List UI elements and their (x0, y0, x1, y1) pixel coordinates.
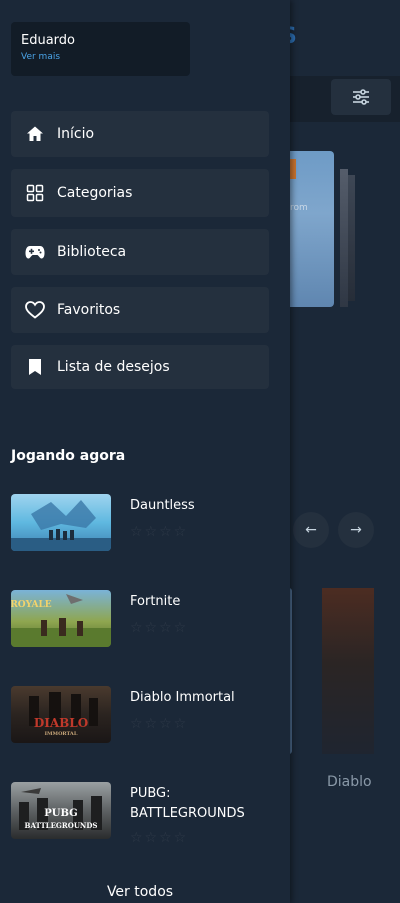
filter-button[interactable] (331, 79, 391, 115)
rating-stars[interactable]: ☆☆☆☆ (130, 830, 188, 846)
thumbnail-subtext: BATTLEGROUNDS (24, 821, 98, 830)
nav-item-categorias[interactable]: Categorias (11, 169, 269, 217)
arrow-right-icon: → (350, 522, 362, 538)
game-thumbnail: DIABLO IMMORTAL (11, 686, 111, 743)
game-thumbnail: PUBG BATTLEGROUNDS (11, 782, 111, 839)
arrow-left-icon: ← (305, 522, 317, 538)
stacked-card (340, 169, 348, 307)
card-text: rom (290, 203, 308, 213)
fortnite-art (11, 594, 111, 647)
section-title-playing-now: Jogando agora (11, 448, 126, 464)
nav-item-biblioteca[interactable]: Biblioteca (11, 229, 269, 275)
user-name: Eduardo (21, 33, 75, 48)
rating-stars[interactable]: ☆☆☆☆ (130, 716, 188, 732)
nav-item-inicio[interactable]: Início (11, 111, 269, 157)
side-drawer: Eduardo Ver mais Início Categorias Bibli… (0, 0, 290, 903)
drawer-nav: Início Categorias Biblioteca Favoritos L… (11, 111, 269, 401)
thumbnail-text: ROYALE (11, 600, 52, 610)
nav-item-label: Categorias (57, 185, 133, 201)
thumbnail-text: DIABLO (33, 716, 89, 730)
dauntless-art (11, 500, 111, 551)
list-item[interactable]: ROYALE Fortnite ☆☆☆☆ (11, 590, 281, 666)
game-tile-label: Diablo (327, 774, 372, 790)
nav-item-lista-de-desejos[interactable]: Lista de desejos (11, 345, 269, 389)
next-arrow-button[interactable]: → (338, 512, 374, 548)
view-more-link[interactable]: Ver mais (21, 52, 180, 62)
home-icon (25, 124, 45, 144)
game-thumbnail (11, 494, 111, 551)
filter-sliders-icon (353, 89, 369, 105)
prev-arrow-button[interactable]: ← (293, 512, 329, 548)
gamepad-icon (25, 242, 45, 262)
game-title: PUBG: BATTLEGROUNDS (130, 786, 245, 821)
nav-item-label: Lista de desejos (57, 359, 170, 375)
nav-item-label: Biblioteca (57, 244, 127, 260)
thumbnail-subtext: IMMORTAL (44, 731, 78, 737)
stacked-card (348, 175, 355, 301)
rating-stars[interactable]: ☆☆☆☆ (130, 620, 188, 636)
see-all-link[interactable]: Ver todos (0, 884, 280, 900)
list-item[interactable]: Dauntless ☆☆☆☆ (11, 494, 281, 570)
user-card[interactable]: Eduardo Ver mais (11, 22, 190, 76)
grid-icon (25, 183, 45, 203)
game-title: Diablo Immortal (130, 690, 235, 705)
rating-stars[interactable]: ☆☆☆☆ (130, 524, 188, 540)
list-item[interactable]: DIABLO IMMORTAL Diablo Immortal ☆☆☆☆ (11, 686, 281, 762)
nav-item-favoritos[interactable]: Favoritos (11, 287, 269, 333)
game-thumbnail: ROYALE (11, 590, 111, 647)
game-title: Dauntless (130, 498, 195, 513)
game-tile-diablo[interactable] (322, 588, 374, 754)
bookmark-icon (25, 357, 45, 377)
heart-icon (25, 300, 45, 320)
nav-item-label: Início (57, 126, 95, 142)
list-item[interactable]: PUBG BATTLEGROUNDS PUBG: BATTLEGROUNDS ☆… (11, 782, 281, 858)
thumbnail-text: PUBG (44, 808, 78, 819)
nav-item-label: Favoritos (57, 302, 121, 318)
game-title: Fortnite (130, 594, 181, 609)
